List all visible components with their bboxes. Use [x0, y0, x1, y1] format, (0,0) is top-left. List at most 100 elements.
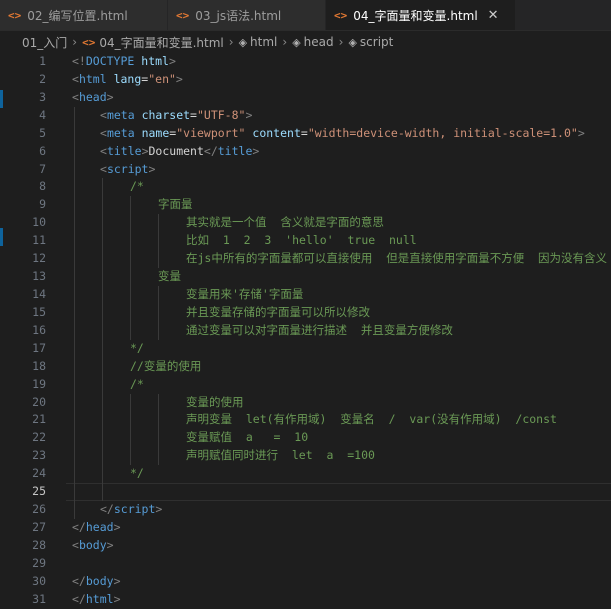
- code-line[interactable]: 16 通过变量可以对字面量进行描述 并且变量方便修改: [0, 321, 611, 340]
- indent-guide: [102, 375, 103, 394]
- code-token: 并且变量存储的字面量可以所以修改: [186, 304, 370, 319]
- code-line[interactable]: 9 字面量: [0, 196, 611, 215]
- code-line[interactable]: 6 <title>Document</title>: [0, 142, 611, 161]
- tab-03-html[interactable]: <> 03_js语法.html: [168, 0, 326, 30]
- code-token: head: [78, 89, 107, 104]
- indent-guide: [102, 447, 103, 466]
- line-number: 14: [32, 286, 46, 301]
- code-token: 变量用来'存储'字面量: [186, 286, 304, 301]
- tab-04-html[interactable]: <> 04_字面量和变量.html ✕: [326, 0, 516, 30]
- code-line[interactable]: 26 </script>: [0, 501, 611, 519]
- code-line[interactable]: 30 </body>: [0, 573, 611, 591]
- breadcrumb-node-script[interactable]: script: [360, 35, 393, 49]
- tab-label: 04_字面量和变量.html: [353, 8, 478, 23]
- code-line[interactable]: 18 //变量的使用: [0, 357, 611, 376]
- code-line[interactable]: 10 其实就是一个值 含义就是字面的意思: [0, 214, 611, 233]
- code-token: >: [148, 161, 156, 176]
- chevron-right-icon: ›: [282, 35, 288, 49]
- code-line[interactable]: 13 变量: [0, 268, 611, 286]
- code-token: </script>: [100, 501, 162, 519]
- code-line[interactable]: 19 /*: [0, 375, 611, 394]
- html-file-icon: <>: [8, 8, 22, 22]
- indent-guide: [74, 268, 75, 286]
- breadcrumb-node-html[interactable]: html: [250, 35, 277, 49]
- code-line[interactable]: 27 </head>: [0, 519, 611, 537]
- code-line[interactable]: 22 变量赋值 a = 10: [0, 429, 611, 448]
- code-token: Document: [148, 143, 204, 158]
- line-number: 7: [39, 161, 46, 176]
- breadcrumb-file[interactable]: 04_字面量和变量.html: [99, 34, 223, 51]
- code-line[interactable]: 29: [0, 555, 611, 573]
- line-number: 18: [32, 358, 46, 373]
- code-token: //变量的使用: [130, 358, 202, 373]
- code-line[interactable]: 5 <meta name="viewport" content="width=de…: [0, 124, 611, 143]
- code-line[interactable]: 15 并且变量存储的字面量可以所以修改: [0, 303, 611, 322]
- code-line[interactable]: 17 */: [0, 339, 611, 358]
- line-number: 23: [32, 448, 46, 463]
- code-line[interactable]: 11 比如 1 2 3 'hello' true null: [0, 232, 611, 251]
- code-editor[interactable]: 1 <!DOCTYPE html> 2 <html lang="en"> 3 <hea…: [0, 53, 611, 608]
- line-number: 3: [39, 89, 46, 104]
- indent-guide: [130, 303, 131, 322]
- code-line-current[interactable]: 25: [0, 483, 611, 502]
- indent-guide: [74, 106, 75, 125]
- indent-guide: [130, 268, 131, 286]
- code-line[interactable]: 28 <body>: [0, 537, 611, 555]
- indent-guide: [130, 250, 131, 269]
- code-line[interactable]: 2 <html lang="en">: [0, 71, 611, 89]
- code-token: body: [85, 573, 114, 588]
- tab-02-html[interactable]: <> 02_编写位置.html: [0, 0, 168, 30]
- code-token: <meta charset="UTF-8">: [100, 107, 252, 125]
- code-line[interactable]: 24 */: [0, 465, 611, 484]
- indent-guide: [102, 196, 103, 215]
- line-number: 31: [32, 591, 46, 606]
- indent-guide: [74, 196, 75, 215]
- indent-guide: [102, 178, 103, 197]
- indent-guide: [74, 160, 75, 179]
- code-line[interactable]: 23 声明赋值同时进行 let a =100: [0, 447, 611, 466]
- code-line[interactable]: 31 </html>: [0, 591, 611, 609]
- code-token: >: [168, 54, 176, 68]
- indent-guide: [74, 303, 75, 322]
- line-number: 15: [32, 304, 46, 319]
- breadcrumb-node-head[interactable]: head: [304, 35, 334, 49]
- indent-guide: [158, 232, 159, 251]
- code-line[interactable]: 21 声明变量 let(有作用域) 变量名 / var(没有作用域) /const: [0, 411, 611, 430]
- element-icon: ◈: [348, 35, 357, 49]
- code-line[interactable]: 1 <!DOCTYPE html>: [0, 53, 611, 71]
- indent-guide: [102, 465, 103, 484]
- code-token: 变量赋值 a = 10: [186, 430, 309, 445]
- code-token: <head>: [72, 89, 114, 107]
- code-token: 在js中所有的字面量都可以直接使用 但是直接使用字面量不方便 因为没有含义: [186, 251, 608, 266]
- breadcrumb-folder[interactable]: 01_入门: [22, 34, 67, 51]
- close-icon[interactable]: ✕: [488, 8, 499, 23]
- element-icon: ◈: [292, 35, 301, 49]
- code-token: 比如 1 2 3 'hello' true null: [186, 233, 417, 248]
- line-number: 24: [32, 466, 46, 481]
- code-line[interactable]: 12 在js中所有的字面量都可以直接使用 但是直接使用字面量不方便 因为没有含义: [0, 250, 611, 269]
- code-token: <html lang="en">: [72, 71, 183, 89]
- indent-guide: [130, 447, 131, 466]
- code-line[interactable]: 8 /*: [0, 178, 611, 197]
- line-number: 25: [32, 484, 46, 499]
- code-line[interactable]: 20 变量的使用: [0, 393, 611, 412]
- code-line[interactable]: 3 <head>: [0, 89, 611, 107]
- code-token: charset: [141, 107, 191, 122]
- code-token: >: [113, 591, 121, 606]
- html-file-icon: <>: [176, 8, 190, 22]
- code-token: "viewport": [176, 125, 246, 140]
- indent-guide: [102, 339, 103, 358]
- code-token: <!DOCTYPE html>: [72, 53, 176, 71]
- indent-guide: [74, 483, 75, 502]
- line-number: 8: [39, 179, 46, 194]
- chevron-right-icon: ›: [228, 35, 234, 49]
- breadcrumb: 01_入门 › <> 04_字面量和变量.html › ◈ html › ◈ h…: [0, 31, 611, 53]
- code-token: </body>: [72, 573, 121, 591]
- code-token: "en": [148, 71, 176, 86]
- code-token: </head>: [72, 519, 121, 537]
- code-line[interactable]: 4 <meta charset="UTF-8">: [0, 106, 611, 125]
- code-line[interactable]: 14 变量用来'存储'字面量: [0, 285, 611, 304]
- code-line[interactable]: 7 <script>: [0, 160, 611, 179]
- code-token: */: [130, 340, 144, 355]
- indent-guide: [102, 483, 103, 502]
